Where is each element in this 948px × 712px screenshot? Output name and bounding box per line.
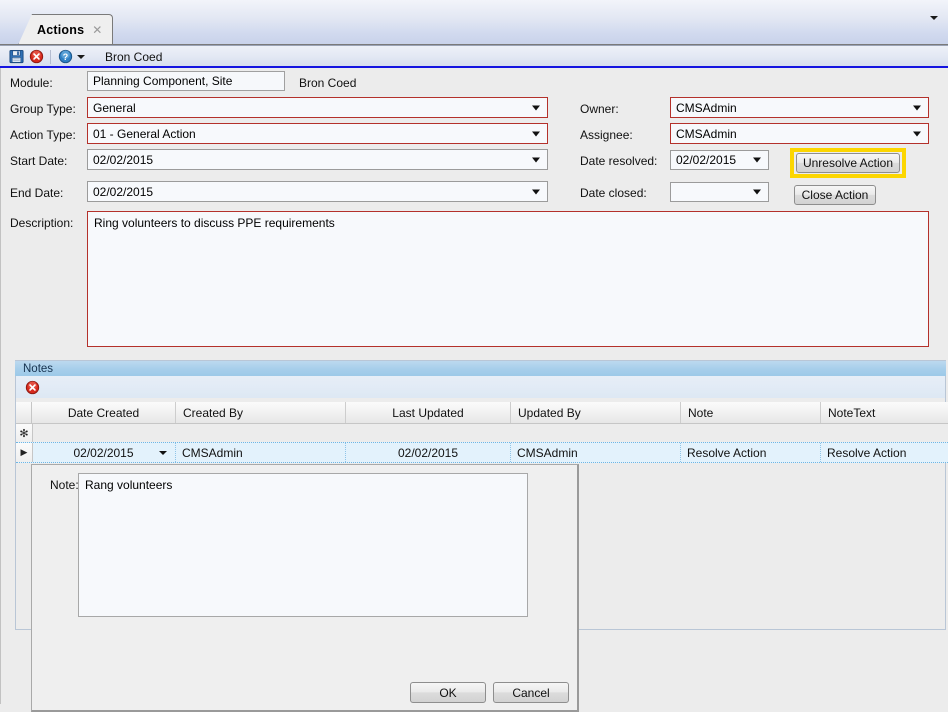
note-editor-input[interactable]: Rang volunteers [78, 473, 528, 617]
date-closed-picker[interactable] [670, 182, 769, 202]
notes-group-header: Notes [15, 360, 946, 376]
notes-grid-header-row: Date Created Created By Last Updated Upd… [16, 402, 948, 424]
close-icon[interactable]: ✕ [92, 24, 102, 36]
note-editor-value: Rang volunteers [85, 478, 173, 492]
cell-updated-by[interactable]: CMSAdmin [511, 443, 681, 462]
cell-date-created[interactable]: 02/02/2015 [32, 443, 176, 462]
notes-group-title: Notes [23, 362, 54, 375]
action-type-select[interactable]: 01 - General Action [87, 123, 548, 144]
command-toolbar: ? Bron Coed [0, 46, 948, 67]
grid-corner-cell [16, 402, 32, 423]
module-field: Planning Component, Site [87, 71, 285, 91]
cell-created-by[interactable]: CMSAdmin [176, 443, 346, 462]
chevron-down-icon [532, 131, 540, 136]
tab-actions-label: Actions [37, 23, 85, 37]
end-date-picker[interactable]: 02/02/2015 [87, 181, 548, 202]
help-question-icon[interactable]: ? [55, 48, 75, 66]
assignee-label: Assignee: [580, 128, 633, 142]
group-type-value: General [93, 100, 136, 115]
note-editor-label: Note: [50, 478, 79, 492]
chevron-down-icon [753, 189, 761, 195]
note-editor-panel: Note: Rang volunteers OK Cancel [31, 464, 579, 712]
svg-text:?: ? [62, 52, 67, 62]
start-date-label: Start Date: [10, 154, 68, 168]
notes-grid: Date Created Created By Last Updated Upd… [16, 402, 948, 463]
cell-notetext[interactable]: Resolve Action [821, 443, 948, 462]
action-type-label: Action Type: [10, 128, 76, 142]
chevron-down-icon [532, 189, 540, 194]
current-row-marker: ▶ [16, 443, 33, 462]
close-action-button[interactable]: Close Action [794, 185, 876, 205]
group-type-select[interactable]: General [87, 97, 548, 118]
help-dropdown-chevron-down-icon[interactable] [75, 48, 87, 66]
notes-toolbar [16, 376, 945, 398]
end-date-value: 02/02/2015 [93, 184, 154, 199]
chevron-down-icon [159, 450, 167, 455]
chevron-down-icon [532, 157, 540, 162]
owner-select[interactable]: CMSAdmin [670, 97, 929, 118]
tab-actions[interactable]: Actions ✕ [18, 14, 114, 45]
chevron-down-icon[interactable] [926, 10, 942, 26]
grid-new-row[interactable]: ✻ [16, 424, 948, 442]
description-input[interactable]: Ring volunteers to discuss PPE requireme… [87, 211, 929, 347]
red-x-cancel-icon[interactable] [26, 48, 46, 66]
cell-note[interactable]: Resolve Action [681, 443, 821, 462]
chevron-down-icon [753, 157, 761, 163]
owner-label: Owner: [580, 102, 619, 116]
module-field-value: Planning Component, Site [93, 74, 233, 88]
description-value: Ring volunteers to discuss PPE requireme… [94, 216, 335, 230]
column-header-last-updated[interactable]: Last Updated [346, 402, 511, 423]
module-label: Module: [10, 76, 53, 90]
table-row[interactable]: ▶ 02/02/2015 CMSAdmin 02/02/2015 CMSAdmi… [16, 442, 948, 463]
column-header-note[interactable]: Note [681, 402, 821, 423]
start-date-value: 02/02/2015 [93, 152, 154, 167]
cancel-button[interactable]: Cancel [493, 682, 569, 703]
module-suffix-text: Bron Coed [299, 76, 357, 90]
chevron-down-icon [913, 105, 921, 110]
assignee-select[interactable]: CMSAdmin [670, 123, 929, 144]
description-label: Description: [10, 216, 74, 230]
record-title: Bron Coed [105, 49, 163, 64]
column-header-updated-by[interactable]: Updated By [511, 402, 681, 423]
new-row-marker: ✻ [16, 424, 33, 442]
owner-value: CMSAdmin [676, 100, 737, 115]
save-floppy-icon[interactable] [6, 48, 26, 66]
close-action-label: Close Action [801, 188, 869, 202]
date-closed-label: Date closed: [580, 186, 647, 200]
cancel-button-label: Cancel [512, 685, 550, 700]
date-resolved-label: Date resolved: [580, 154, 658, 168]
column-header-notetext[interactable]: NoteText [821, 402, 948, 423]
chevron-down-icon [913, 131, 921, 136]
ok-button-label: OK [439, 685, 457, 700]
column-header-created-by[interactable]: Created By [176, 402, 346, 423]
action-type-value: 01 - General Action [93, 126, 196, 141]
column-header-date-created[interactable]: Date Created [32, 402, 176, 423]
red-x-delete-icon[interactable] [22, 378, 42, 396]
cell-last-updated[interactable]: 02/02/2015 [346, 443, 511, 462]
date-resolved-value: 02/02/2015 [676, 153, 737, 167]
tab-strip-underline [0, 44, 948, 45]
action-form: Module: Group Type: Action Type: Start D… [0, 68, 948, 712]
unresolve-action-button[interactable]: Unresolve Action [796, 153, 900, 173]
date-resolved-picker[interactable]: 02/02/2015 [670, 150, 769, 170]
start-date-picker[interactable]: 02/02/2015 [87, 149, 548, 170]
chevron-down-icon [532, 105, 540, 110]
unresolve-action-label: Unresolve Action [802, 156, 894, 170]
group-type-label: Group Type: [10, 102, 76, 116]
toolbar-separator [50, 49, 51, 64]
ok-button[interactable]: OK [410, 682, 486, 703]
tab-strip: Actions ✕ [0, 0, 948, 46]
assignee-value: CMSAdmin [676, 126, 737, 141]
end-date-label: End Date: [10, 186, 64, 200]
